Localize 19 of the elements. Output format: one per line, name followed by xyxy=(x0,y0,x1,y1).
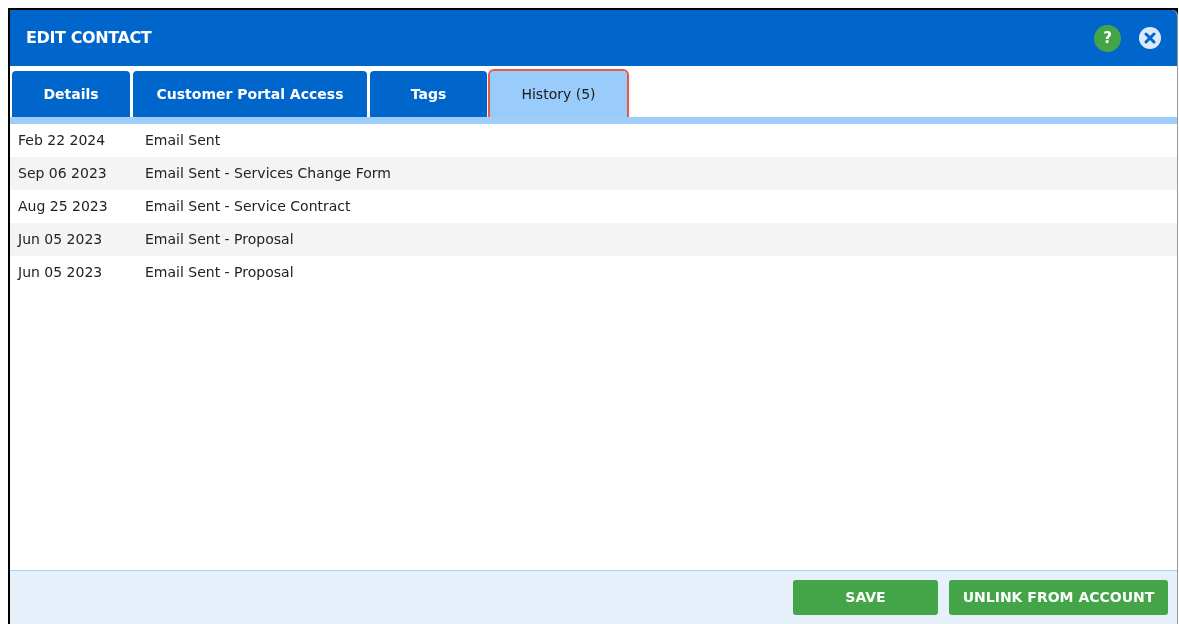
history-event: Email Sent - Proposal xyxy=(145,230,294,249)
unlink-button[interactable]: UNLINK FROM ACCOUNT xyxy=(949,580,1168,615)
tab[interactable]: Customer Portal Access xyxy=(133,71,367,117)
dialog-title: EDIT CONTACT xyxy=(26,27,152,49)
history-event: Email Sent xyxy=(145,131,221,150)
history-date: Sep 06 2023 xyxy=(17,164,108,183)
history-date: Aug 25 2023 xyxy=(17,197,109,216)
history-date: Jun 05 2023 xyxy=(16,230,104,249)
tab[interactable]: Tags xyxy=(370,71,487,117)
history-event: Email Sent - Service Contract xyxy=(145,197,351,216)
history-date: Feb 22 2024 xyxy=(17,131,107,150)
history-date: Jun 05 2023 xyxy=(16,263,104,282)
tab[interactable]: History (5) xyxy=(490,71,627,117)
history-event: Email Sent - Services Change Form xyxy=(145,164,391,183)
help-button[interactable]: ? xyxy=(1094,24,1121,52)
save-button[interactable]: SAVE xyxy=(793,580,938,615)
history-event: Email Sent - Proposal xyxy=(145,263,294,282)
close-icon[interactable] xyxy=(1139,27,1161,49)
tab[interactable]: Details xyxy=(12,71,130,117)
